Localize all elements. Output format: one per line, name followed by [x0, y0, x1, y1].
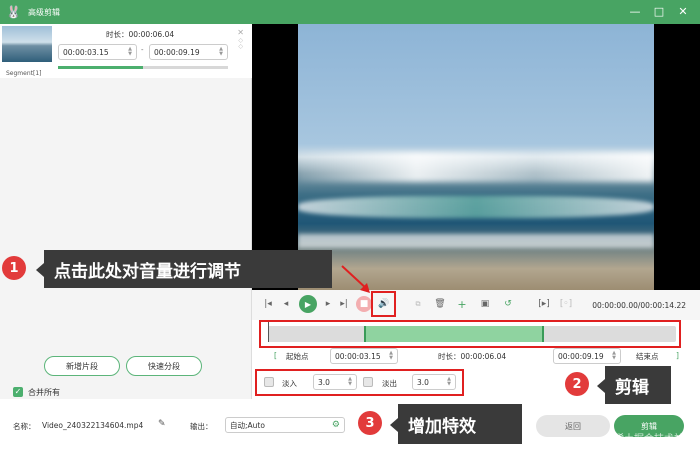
segment-label: Segment[1]	[6, 70, 42, 77]
callout-1-text: 点击此处对音量进行调节	[44, 250, 332, 288]
timeline-highlight	[259, 320, 681, 348]
add-icon[interactable]: +	[454, 296, 470, 312]
name-label: 名称：	[13, 422, 36, 431]
edit-name-icon[interactable]: ✎	[158, 419, 166, 429]
callout-2-number: 2	[565, 372, 589, 396]
set-end-bracket-icon[interactable]: ]	[676, 351, 679, 360]
undo-icon[interactable]: ↺	[500, 296, 516, 312]
callout-3-text: 增加特效	[398, 404, 522, 444]
segment-progress	[58, 66, 228, 69]
merge-all-checkbox[interactable]: ✓	[13, 387, 23, 397]
callout-1-number: 1	[2, 256, 26, 280]
callout-2-text: 剪辑	[605, 366, 671, 404]
delete-icon[interactable]: 🗑	[432, 296, 448, 312]
stepper-icon[interactable]: ▲ ▼	[128, 47, 132, 57]
minimize-icon[interactable]: —	[628, 4, 642, 18]
output-select[interactable]: 自动;Auto ⚙	[225, 417, 345, 433]
video-frame	[298, 24, 654, 290]
effects-highlight	[255, 369, 464, 396]
go-start-icon[interactable]: |◂	[260, 296, 276, 312]
file-name: Video_240322134604.mp4	[42, 421, 144, 430]
go-end-icon[interactable]: ▸|	[336, 296, 352, 312]
segment-separator: -	[141, 46, 144, 54]
maximize-icon[interactable]: □	[652, 4, 666, 18]
record-icon[interactable]: ■	[356, 296, 372, 312]
window-title: 高级剪辑	[28, 7, 60, 17]
app-logo-icon: 🐰	[6, 5, 21, 19]
copy-icon[interactable]: ▣	[477, 296, 493, 312]
output-label: 输出：	[190, 422, 213, 431]
close-icon[interactable]: ✕	[676, 4, 690, 18]
mark-icon[interactable]: ⧉	[410, 296, 426, 312]
snapshot-icon[interactable]: [◦]	[558, 296, 574, 312]
playback-controls: |◂ ◂ ▶ ▸ ▸| ■ 🔊 ⧉ 🗑 + ▣ ↺ [▸] [◦] 00:00:…	[252, 290, 700, 320]
segment-duration: 时长：00:00:06.04	[106, 30, 175, 39]
trim-duration: 时长：00:00:06.04	[438, 352, 507, 361]
segment-end-input[interactable]: 00:00:09.19 ▲ ▼	[149, 44, 228, 60]
quick-split-button[interactable]: 快速分段	[126, 356, 202, 376]
callout-3-number: 3	[358, 411, 382, 435]
set-start-bracket-icon[interactable]: [	[274, 351, 277, 360]
stepper-icon[interactable]: ▲ ▼	[219, 47, 223, 57]
window-controls: — □ ✕	[628, 4, 690, 18]
new-segment-button[interactable]: 新增片段	[44, 356, 120, 376]
step-back-icon[interactable]: ◂	[278, 296, 294, 312]
play-button[interactable]: ▶	[299, 295, 317, 313]
split-icon[interactable]: [▸]	[536, 296, 552, 312]
segment-thumbnail[interactable]	[2, 26, 52, 62]
segment-panel: Segment[1] 时长：00:00:06.04 00:00:03.15 ▲ ▼ …	[0, 24, 252, 399]
callout-1-arrow	[341, 265, 370, 293]
segment-close-icon[interactable]: ✕	[237, 28, 244, 37]
segment-start-input[interactable]: 00:00:03.15 ▲ ▼	[58, 44, 137, 60]
step-forward-icon[interactable]: ▸	[320, 296, 336, 312]
title-bar: 🐰 高级剪辑 — □ ✕	[0, 0, 700, 24]
playback-time: 00:00:00.00/00:00:14.22	[592, 301, 686, 310]
end-point-label[interactable]: 结束点	[636, 351, 659, 362]
merge-all-label: 合并所有	[28, 388, 60, 397]
watermark: @稀土掘金技术社区	[604, 434, 694, 445]
settings-gear-icon[interactable]: ⚙	[332, 420, 340, 430]
segment-reorder-icon[interactable]: ◇ ◇	[238, 38, 243, 50]
segment-card[interactable]: Segment[1] 时长：00:00:06.04 00:00:03.15 ▲ ▼ …	[0, 24, 252, 78]
back-button[interactable]: 返回	[536, 415, 610, 437]
start-point-input[interactable]: 00:00:03.15 ▲ ▼	[330, 348, 398, 364]
end-point-input[interactable]: 00:00:09.19 ▲ ▼	[553, 348, 621, 364]
trim-row: [ 起始点 00:00:03.15 ▲ ▼ 时长：00:00:06.04 00:00…	[252, 346, 700, 366]
advanced-edit-window: 🐰 高级剪辑 — □ ✕ Segment[1] 时长：00:00:06.04 0…	[0, 0, 700, 449]
start-point-label[interactable]: 起始点	[286, 351, 309, 362]
